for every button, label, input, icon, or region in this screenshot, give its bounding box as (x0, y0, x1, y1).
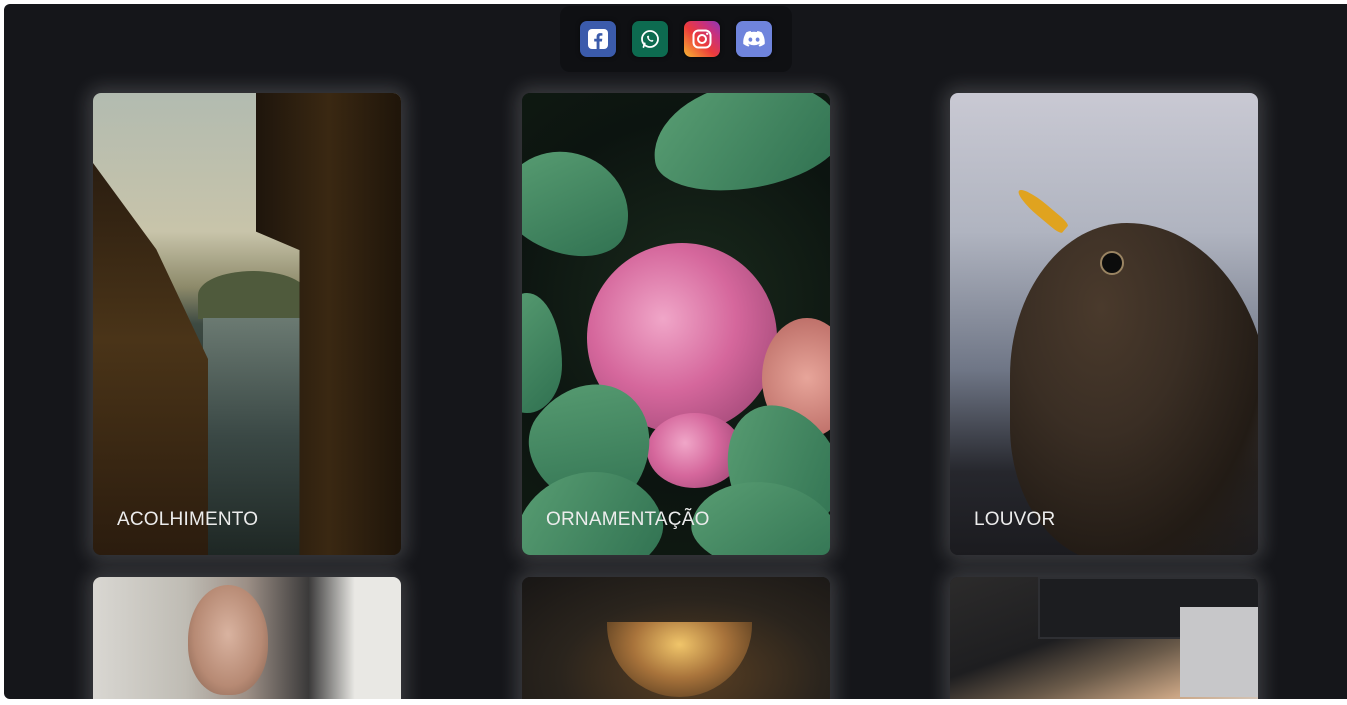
audio-mixer-microphone-photo (950, 577, 1258, 699)
instagram-link[interactable] (684, 21, 720, 57)
chandelier-photo (522, 577, 830, 699)
smiling-woman-photo (93, 577, 401, 699)
card-4[interactable] (93, 577, 401, 699)
card-label: LOUVOR (974, 509, 1056, 530)
card-label: ACOLHIMENTO (117, 509, 259, 530)
social-bar (560, 6, 792, 72)
card-label: ORNAMENTAÇÃO (546, 509, 710, 530)
card-6[interactable] (950, 577, 1258, 699)
whatsapp-link[interactable] (632, 21, 668, 57)
facebook-icon (588, 29, 608, 49)
instagram-icon (692, 29, 712, 49)
whatsapp-icon (641, 30, 659, 48)
facebook-link[interactable] (580, 21, 616, 57)
card-ornamentacao[interactable]: ORNAMENTAÇÃO (522, 93, 830, 555)
boathouses-lake-photo (93, 93, 401, 555)
blackbird-photo (950, 93, 1258, 555)
card-acolhimento[interactable]: ACOLHIMENTO (93, 93, 401, 555)
card-louvor[interactable]: LOUVOR (950, 93, 1258, 555)
discord-icon (743, 31, 765, 47)
card-5[interactable] (522, 577, 830, 699)
page-frame: ACOLHIMENTO ORNAMENTAÇÃO LOUVOR (4, 4, 1347, 699)
discord-link[interactable] (736, 21, 772, 57)
pink-hydrangea-photo (522, 93, 830, 555)
